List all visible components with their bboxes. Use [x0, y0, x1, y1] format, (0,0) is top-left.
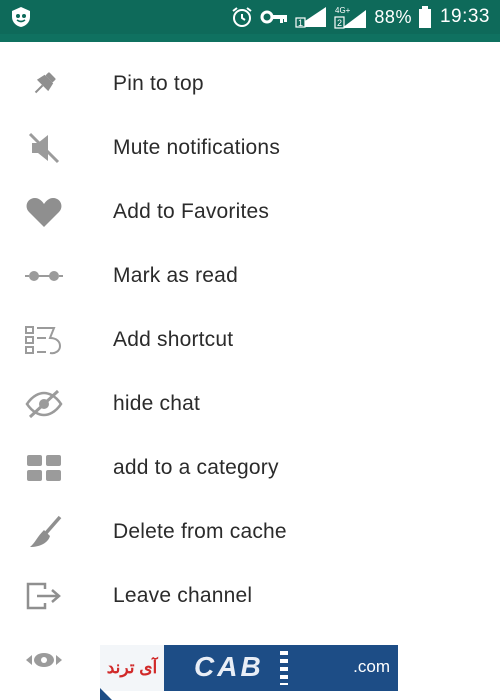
svg-text:4G+: 4G+	[335, 6, 351, 15]
menu-item-mark-as-read[interactable]: Mark as read	[0, 244, 500, 308]
app-logo-icon	[12, 7, 30, 27]
toolbar-edge	[0, 34, 500, 42]
menu-item-add-shortcut[interactable]: Add shortcut	[0, 308, 500, 372]
site-watermark: آی ترند CAB .com	[100, 645, 398, 691]
heart-icon	[22, 196, 66, 228]
hidden-eye-icon	[22, 388, 66, 420]
menu-item-label: hide chat	[113, 392, 201, 415]
watermark-site-name: آی ترند	[100, 645, 164, 691]
watermark-domain: .com	[353, 657, 390, 676]
signal-sim2-4g-icon: 4G+ 2	[334, 6, 367, 29]
watermark-banner: CAB .com	[164, 645, 398, 691]
shortcut-icon	[22, 324, 66, 356]
pin-icon	[22, 68, 66, 100]
menu-item-label: add to a category	[113, 456, 279, 479]
exit-icon	[22, 580, 66, 612]
battery-icon	[418, 6, 431, 28]
menu-item-leave-channel[interactable]: Leave channel	[0, 564, 500, 628]
vpn-key-icon	[260, 10, 288, 24]
battery-percent: 88%	[374, 6, 412, 27]
svg-text:1: 1	[298, 18, 303, 28]
svg-text:2: 2	[337, 18, 342, 28]
menu-item-mute-notifications[interactable]: Mute notifications	[0, 116, 500, 180]
menu-item-label: Leave channel	[113, 584, 253, 607]
broom-icon	[22, 515, 66, 548]
menu-item-label: Add shortcut	[113, 328, 234, 351]
status-bar: 1 4G+ 2 88% 19:33	[0, 0, 500, 34]
menu-item-label: Add to Favorites	[113, 200, 270, 223]
menu-item-label: Mark as read	[113, 264, 238, 287]
clock: 19:33	[439, 6, 490, 27]
menu-item-label: Pin to top	[113, 72, 204, 95]
watermark-logo-text: CAB	[194, 651, 264, 682]
menu-item-delete-from-cache[interactable]: Delete from cache	[0, 500, 500, 564]
glasses-icon	[22, 260, 66, 292]
mute-icon	[22, 132, 66, 164]
watermark-corner	[100, 688, 112, 700]
watermark-divider	[280, 651, 288, 685]
alarm-icon	[232, 7, 253, 27]
menu-item-hide-chat[interactable]: hide chat	[0, 372, 500, 436]
category-grid-icon	[22, 452, 66, 484]
menu-item-add-to-favorites[interactable]: Add to Favorites	[0, 180, 500, 244]
menu-item-label: Mute notifications	[113, 136, 281, 159]
eye-icon	[22, 644, 66, 676]
menu-item-label: Delete from cache	[113, 520, 287, 543]
signal-sim1-icon: 1	[295, 7, 327, 28]
menu-item-pin-to-top[interactable]: Pin to top	[0, 52, 500, 116]
menu-item-add-to-category[interactable]: add to a category	[0, 436, 500, 500]
